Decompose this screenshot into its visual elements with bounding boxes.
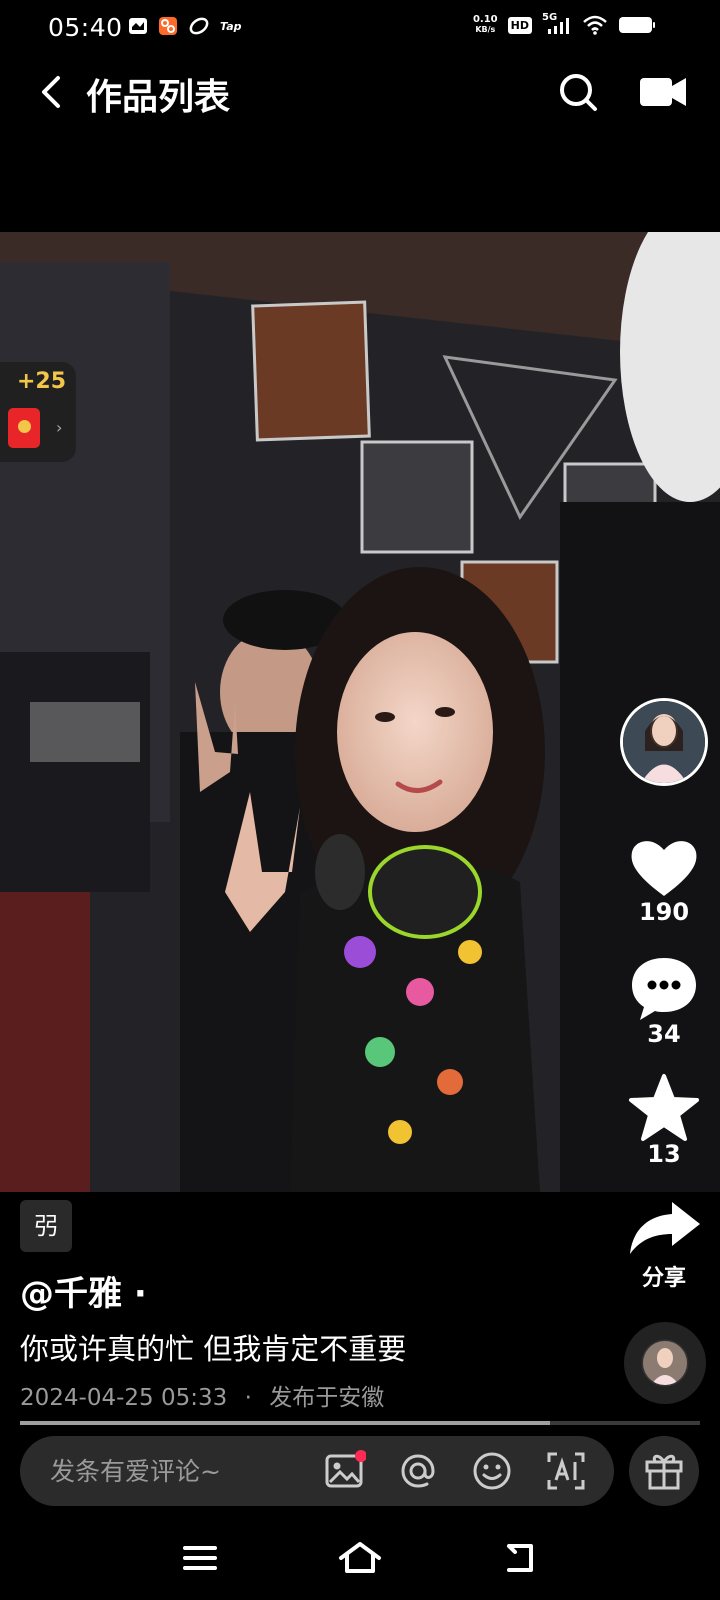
share-label: 分享 xyxy=(641,1266,686,1291)
share-arrow-icon[interactable] xyxy=(624,1198,704,1258)
video-progress-fill xyxy=(20,1421,551,1425)
link-icon xyxy=(189,17,209,35)
home-icon[interactable] xyxy=(335,1538,385,1578)
back-icon[interactable] xyxy=(495,1538,545,1578)
like-heart-icon[interactable] xyxy=(624,832,704,904)
ai-icon[interactable] xyxy=(544,1449,588,1493)
like-count: 190 xyxy=(638,898,690,926)
post-caption: 你或许真的忙 但我肯定不重要 xyxy=(20,1332,407,1366)
meta-separator: · xyxy=(244,1385,252,1411)
hd-badge: HD xyxy=(507,16,532,34)
comment-icon[interactable] xyxy=(624,952,704,1024)
tap-icon: Tap xyxy=(220,19,242,33)
menu-icon[interactable] xyxy=(175,1538,225,1578)
image-icon[interactable] xyxy=(322,1449,366,1493)
app-icon xyxy=(159,17,177,35)
favorite-star-icon[interactable] xyxy=(624,1072,704,1144)
author-avatar[interactable] xyxy=(620,698,708,786)
status-system-icons: 0.10 KB/s HD 5G xyxy=(472,12,656,36)
post-meta: 2024-04-25 05:33 · 发布于安徽 xyxy=(20,1378,384,1412)
status-notification-icons: Tap xyxy=(128,16,242,36)
video-image xyxy=(0,232,720,1192)
reward-points: +25 xyxy=(17,369,67,394)
search-icon[interactable] xyxy=(556,70,600,114)
page-title: 作品列表 xyxy=(86,77,231,118)
status-time: 05:40 xyxy=(48,13,123,42)
topic-tag[interactable]: 弜 xyxy=(20,1200,72,1252)
comment-count: 34 xyxy=(647,1020,681,1048)
gift-button[interactable] xyxy=(629,1436,699,1506)
back-arrow-icon[interactable] xyxy=(30,70,74,114)
comment-input[interactable] xyxy=(50,1455,310,1487)
at-icon[interactable] xyxy=(396,1449,440,1493)
post-location: 发布于安徽 xyxy=(269,1385,385,1411)
signal-icon: 5G xyxy=(542,12,572,36)
red-packet-icon xyxy=(8,408,40,448)
author-name[interactable]: @千雅 · xyxy=(20,1266,147,1315)
gift-icon xyxy=(645,1454,683,1490)
post-date: 2024-04-25 05:33 xyxy=(20,1385,228,1411)
video-camera-icon[interactable] xyxy=(638,72,688,112)
battery-icon xyxy=(619,17,655,33)
wifi-icon xyxy=(583,15,607,35)
video-player[interactable] xyxy=(0,232,720,1192)
net-speed: 0.10 KB/s xyxy=(472,14,498,35)
emoji-icon[interactable] xyxy=(470,1449,514,1493)
chevron-right-icon: › xyxy=(56,418,63,437)
favorite-count: 13 xyxy=(647,1140,681,1168)
music-disc-cover xyxy=(643,1341,687,1385)
mail-icon xyxy=(129,18,147,34)
